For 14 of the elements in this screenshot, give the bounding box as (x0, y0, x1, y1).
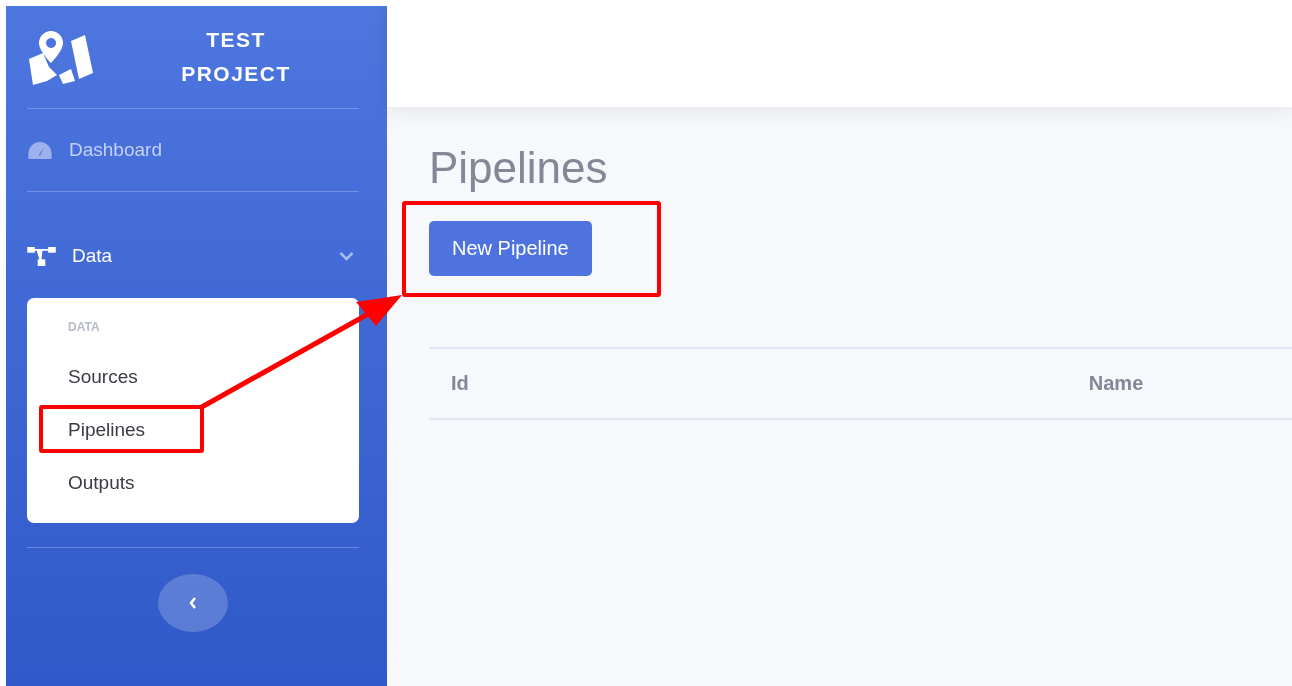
page-title: Pipelines (429, 143, 608, 194)
submenu-item[interactable]: Pipelines (68, 403, 146, 456)
submenu-item[interactable]: Sources (68, 350, 138, 403)
submenu-item[interactable]: Outputs (68, 456, 135, 509)
nav-item[interactable]: Data (27, 228, 359, 284)
new-pipeline-button[interactable]: New Pipeline (429, 221, 592, 276)
project-title: TEST PROJECT (180, 27, 292, 87)
column-header: Id (450, 372, 469, 395)
chevron-left-icon (189, 597, 197, 609)
column-header: Name (1088, 372, 1144, 395)
submenu-heading: DATA (68, 320, 101, 334)
sitemap-icon (27, 246, 56, 266)
map-pin-icon (27, 29, 93, 85)
gauge-icon (27, 140, 53, 160)
